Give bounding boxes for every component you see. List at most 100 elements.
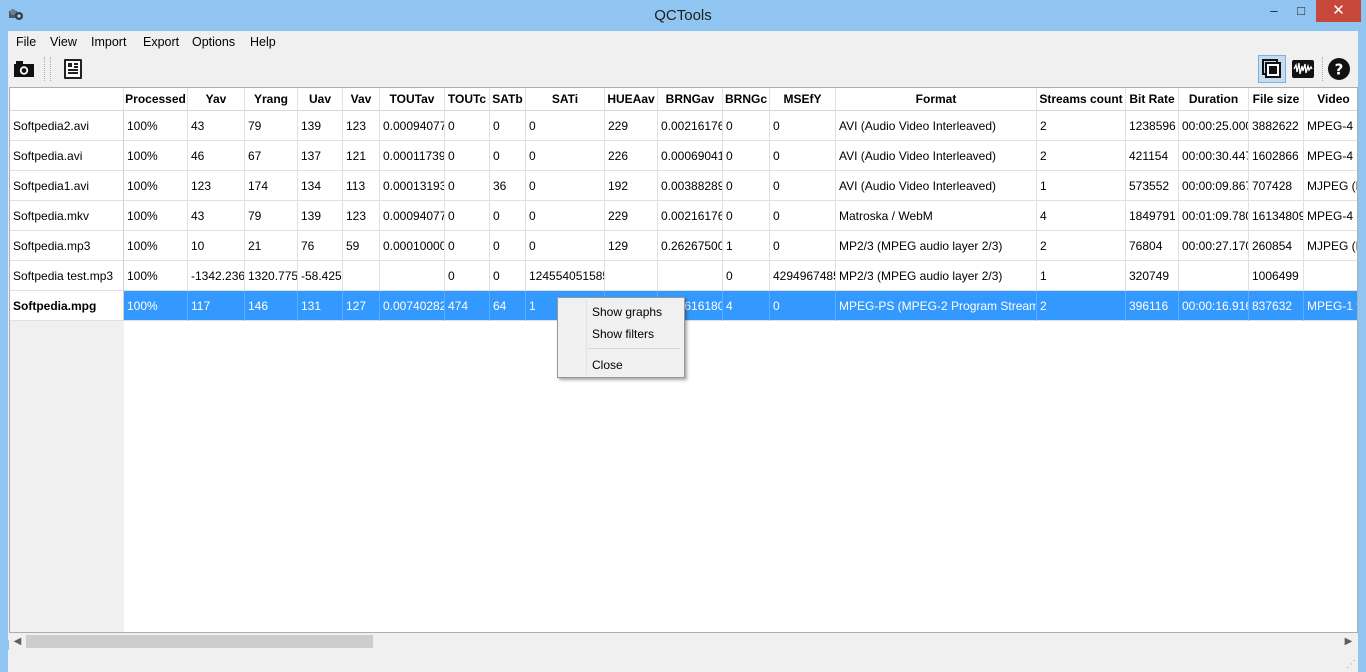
table-cell[interactable]: 0 (490, 261, 526, 291)
column-header-msefy[interactable]: MSEfY (770, 88, 836, 111)
table-cell[interactable]: 1 (1037, 171, 1126, 201)
table-cell[interactable]: 10 (188, 231, 245, 261)
table-cell[interactable]: 100% (124, 171, 188, 201)
table-cell[interactable]: 124554051585 (526, 261, 605, 291)
row-header-file-name[interactable]: Softpedia.avi (10, 141, 124, 171)
table-cell[interactable]: 2 (1037, 231, 1126, 261)
table-cell[interactable]: 76 (298, 231, 343, 261)
column-header-video[interactable]: Video (1304, 88, 1357, 111)
table-cell[interactable]: 0 (445, 201, 490, 231)
table-cell[interactable]: 0 (770, 231, 836, 261)
column-header-vav[interactable]: Vav (343, 88, 380, 111)
table-cell[interactable]: 00:00:30.447 (1179, 141, 1249, 171)
maximize-button[interactable]: □ (1288, 0, 1314, 22)
table-cell[interactable]: 0 (445, 261, 490, 291)
table-cell[interactable]: 134 (298, 171, 343, 201)
table-cell[interactable]: 0.00013193 (380, 171, 445, 201)
table-cell[interactable]: 0.00094077 (380, 201, 445, 231)
table-cell[interactable]: 00:00:16.916 (1179, 291, 1249, 321)
table-cell[interactable]: -58.425 (298, 261, 343, 291)
table-cell[interactable]: 421154 (1126, 141, 1179, 171)
row-header-file-name[interactable]: Softpedia2.avi (10, 111, 124, 141)
table-cell[interactable]: 00:00:09.867 (1179, 171, 1249, 201)
table-cell[interactable]: 4 (1037, 201, 1126, 231)
table-cell[interactable]: 36 (490, 171, 526, 201)
table-cell[interactable]: 00:00:27.170 (1179, 231, 1249, 261)
table-cell[interactable]: 100% (124, 201, 188, 231)
menu-help[interactable]: Help (250, 35, 276, 49)
table-cell[interactable]: 0.00011739 (380, 141, 445, 171)
table-cell[interactable]: 16134809 (1249, 201, 1304, 231)
table-cell[interactable]: 707428 (1249, 171, 1304, 201)
table-cell[interactable]: 2 (1037, 111, 1126, 141)
horizontal-scrollbar[interactable]: ◀ ▶ (9, 633, 1358, 650)
row-header-file-name[interactable]: Softpedia.mp3 (10, 231, 124, 261)
table-cell[interactable]: AVI (Audio Video Interleaved) (836, 111, 1037, 141)
table-cell[interactable]: 0 (526, 231, 605, 261)
table-cell[interactable]: 3882622 (1249, 111, 1304, 141)
table-cell[interactable] (1179, 261, 1249, 291)
menu-file[interactable]: File (16, 35, 36, 49)
table-cell[interactable]: 260854 (1249, 231, 1304, 261)
menu-export[interactable]: Export (143, 35, 179, 49)
table-cell[interactable]: 320749 (1126, 261, 1179, 291)
table-cell[interactable]: 0 (526, 171, 605, 201)
table-cell[interactable]: 1238596 (1126, 111, 1179, 141)
table-cell[interactable]: 1602866 (1249, 141, 1304, 171)
column-header-hueaav[interactable]: HUEAav (605, 88, 658, 111)
table-cell[interactable]: 137 (298, 141, 343, 171)
audio-waveform-icon[interactable] (1291, 57, 1315, 81)
table-cell[interactable]: 174 (245, 171, 298, 201)
open-file-camera-icon[interactable] (12, 57, 36, 81)
row-header-file-name[interactable]: Softpedia test.mp3 (10, 261, 124, 291)
table-cell[interactable]: 100% (124, 111, 188, 141)
table-cell[interactable]: AVI (Audio Video Interleaved) (836, 171, 1037, 201)
column-header-uav[interactable]: Uav (298, 88, 343, 111)
table-cell[interactable]: MJPEG (M (1304, 231, 1357, 261)
table-cell[interactable]: MPEG-4 p (1304, 111, 1357, 141)
table-cell[interactable]: 100% (124, 231, 188, 261)
table-cell[interactable]: 226 (605, 141, 658, 171)
scrollbar-thumb[interactable] (26, 635, 373, 648)
table-cell[interactable] (605, 261, 658, 291)
column-header-yrang[interactable]: Yrang (245, 88, 298, 111)
table-cell[interactable]: 43 (188, 111, 245, 141)
column-header-format[interactable]: Format (836, 88, 1037, 111)
table-cell[interactable]: 127 (343, 291, 380, 321)
table-cell[interactable] (1304, 261, 1357, 291)
table-cell[interactable]: 00:00:25.000 (1179, 111, 1249, 141)
column-header-satb[interactable]: SATb (490, 88, 526, 111)
table-cell[interactable]: 0 (723, 201, 770, 231)
table-cell[interactable]: 121 (343, 141, 380, 171)
table-cell[interactable]: 0.00069041 (658, 141, 723, 171)
menu-item-show-graphs[interactable]: Show graphs (592, 305, 662, 319)
table-cell[interactable]: 0.00216176 (658, 201, 723, 231)
column-header-streams-count[interactable]: Streams count (1037, 88, 1126, 111)
table-cell[interactable]: 0 (526, 141, 605, 171)
table-cell[interactable]: 0.00388289 (658, 171, 723, 201)
menu-options[interactable]: Options (192, 35, 235, 49)
table-cell[interactable]: 21 (245, 231, 298, 261)
table-cell[interactable]: 100% (124, 261, 188, 291)
table-cell[interactable]: -1342.236 (188, 261, 245, 291)
help-icon[interactable]: ? (1327, 57, 1351, 81)
table-cell[interactable]: 131 (298, 291, 343, 321)
menu-view[interactable]: View (50, 35, 77, 49)
table-cell[interactable]: 0 (445, 231, 490, 261)
table-cell[interactable]: 129 (605, 231, 658, 261)
table-cell[interactable]: MPEG-4 p (1304, 201, 1357, 231)
table-cell[interactable]: 146 (245, 291, 298, 321)
table-cell[interactable]: 0 (490, 111, 526, 141)
row-header-file-name[interactable]: Softpedia.mkv (10, 201, 124, 231)
column-header-duration[interactable]: Duration (1179, 88, 1249, 111)
table-cell[interactable]: 0 (770, 291, 836, 321)
table-cell[interactable]: 0.00216176 (658, 111, 723, 141)
table-cell[interactable]: 59 (343, 231, 380, 261)
table-cell[interactable]: 0 (445, 171, 490, 201)
column-header-sati[interactable]: SATi (526, 88, 605, 111)
table-cell[interactable]: 117 (188, 291, 245, 321)
table-cell[interactable]: 139 (298, 201, 343, 231)
table-cell[interactable] (658, 261, 723, 291)
table-cell[interactable]: 123 (343, 111, 380, 141)
column-header-yav[interactable]: Yav (188, 88, 245, 111)
